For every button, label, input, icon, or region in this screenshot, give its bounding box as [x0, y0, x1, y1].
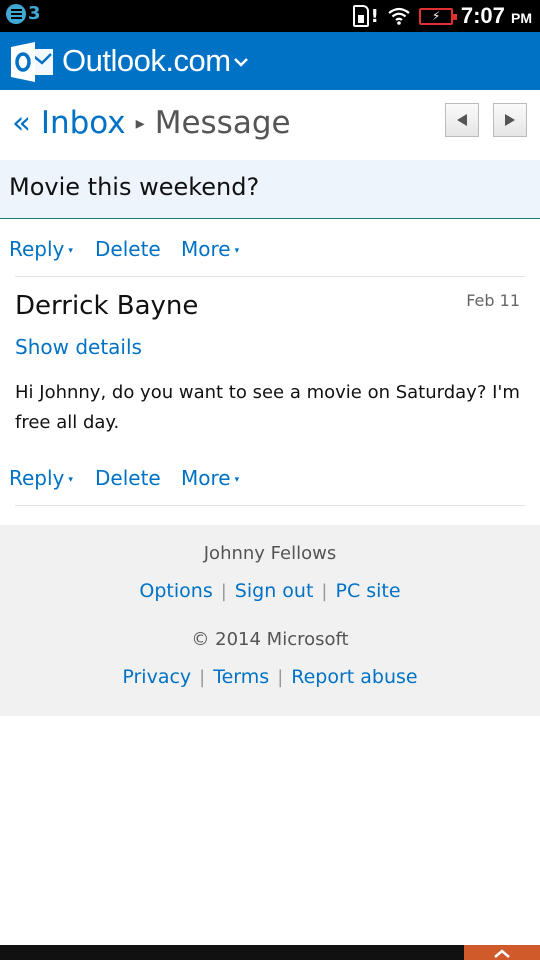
- message-body: Hi Johnny, do you want to see a movie on…: [15, 382, 520, 433]
- reply-button[interactable]: Reply ▾: [9, 237, 95, 261]
- battery-charging-icon: ⚡: [418, 7, 457, 25]
- report-abuse-link[interactable]: Report abuse: [291, 666, 417, 688]
- sender-name: Derrick Bayne: [15, 291, 199, 321]
- sim-card-icon: [352, 5, 369, 27]
- reply-label: Reply: [9, 466, 65, 490]
- sim-alert: !: [370, 5, 379, 27]
- outlook-logo-icon[interactable]: [11, 42, 55, 82]
- account-links: Options | Sign out | PC site: [0, 580, 540, 602]
- subject-bar: Movie this weekend?: [0, 160, 540, 219]
- more-caret-icon: ▾: [234, 475, 240, 485]
- brand-title[interactable]: Outlook.com: [62, 41, 231, 81]
- message-subject: Movie this weekend?: [9, 173, 260, 201]
- options-link[interactable]: Options: [139, 580, 212, 602]
- sign-out-link[interactable]: Sign out: [235, 580, 314, 602]
- clock: 7:07 PM: [461, 3, 532, 29]
- message-actions-bottom: Reply ▾ Delete More ▾: [9, 463, 239, 493]
- message-actions-top: Reply ▾ Delete More ▾: [9, 234, 239, 264]
- link-separator: |: [277, 666, 284, 688]
- delete-button[interactable]: Delete: [95, 237, 181, 261]
- reply-caret-icon: ▾: [68, 475, 73, 485]
- breadcrumb: « Inbox ▸ Message: [12, 98, 291, 148]
- reply-caret-icon: ▾: [68, 246, 73, 256]
- chevron-down-icon[interactable]: [234, 57, 248, 67]
- page-footer: Johnny Fellows Options | Sign out | PC s…: [0, 525, 540, 716]
- more-label: More: [181, 237, 231, 261]
- show-details-link[interactable]: Show details: [15, 335, 142, 359]
- scroll-up-button[interactable]: [464, 945, 540, 960]
- reply-button[interactable]: Reply ▾: [9, 466, 95, 490]
- copyright: © 2014 Microsoft: [191, 629, 349, 650]
- arrow-right-icon: [505, 114, 515, 126]
- breadcrumb-separator: ▸: [135, 112, 145, 134]
- pc-site-link[interactable]: PC site: [335, 580, 400, 602]
- wifi-icon: [388, 7, 410, 25]
- notification-count: 3: [28, 3, 41, 24]
- more-button[interactable]: More ▾: [181, 237, 239, 261]
- breadcrumb-current: Message: [154, 105, 291, 141]
- system-nav-bar: [0, 945, 540, 960]
- clock-ampm: PM: [511, 10, 532, 26]
- terms-link[interactable]: Terms: [213, 666, 269, 688]
- status-bar: 3 ! ⚡ 7:07 PM: [0, 0, 540, 32]
- notification-icon: [6, 4, 26, 24]
- next-message-button[interactable]: [493, 103, 527, 137]
- reply-label: Reply: [9, 237, 65, 261]
- previous-message-button[interactable]: [445, 103, 479, 137]
- link-separator: |: [220, 580, 227, 602]
- link-separator: |: [199, 666, 206, 688]
- more-button[interactable]: More ▾: [181, 466, 239, 490]
- divider: [15, 276, 525, 277]
- arrow-left-icon: [457, 114, 467, 126]
- clock-time: 7:07: [460, 3, 505, 28]
- privacy-link[interactable]: Privacy: [122, 666, 191, 688]
- divider: [15, 505, 525, 506]
- message-date: Feb 11: [466, 291, 520, 310]
- more-caret-icon: ▾: [234, 246, 240, 256]
- delete-button[interactable]: Delete: [95, 466, 181, 490]
- breadcrumb-inbox-link[interactable]: « Inbox: [12, 105, 126, 141]
- notification-area: 3: [6, 4, 41, 24]
- system-icons: ! ⚡ 7:07 PM: [352, 3, 532, 29]
- account-name: Johnny Fellows: [203, 543, 337, 564]
- chevron-up-icon: [494, 948, 510, 958]
- app-header: Outlook.com: [0, 32, 540, 90]
- link-separator: |: [321, 580, 328, 602]
- more-label: More: [181, 466, 231, 490]
- legal-links: Privacy | Terms | Report abuse: [0, 666, 540, 688]
